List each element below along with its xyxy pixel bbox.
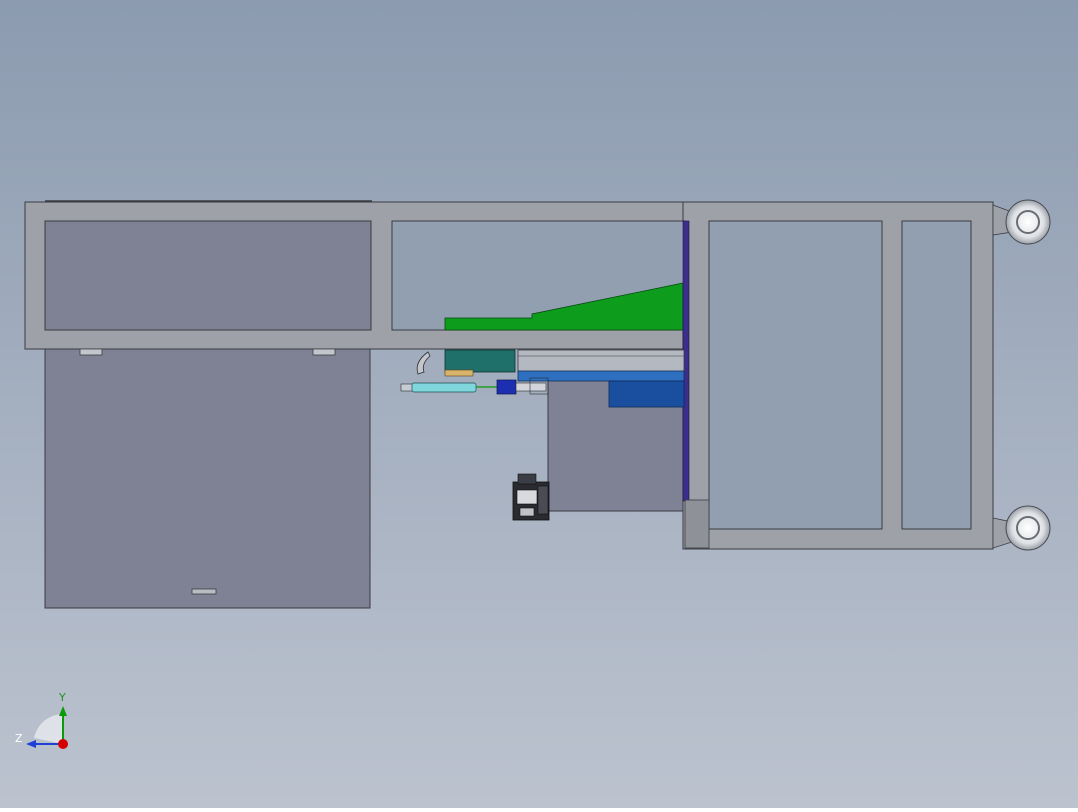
hinge-tab-right	[312, 348, 336, 356]
teal-block-base	[444, 369, 474, 377]
pneumatic-cylinder	[411, 382, 477, 393]
cad-viewport[interactable]: Y Z	[0, 0, 1078, 808]
cabinet-handle	[191, 588, 217, 595]
left-cabinet-panel	[44, 347, 371, 609]
top-left-cabinet	[44, 220, 372, 331]
frame-corner-block	[684, 499, 710, 549]
triad-z-label: Z	[15, 732, 23, 745]
right-opening-large	[708, 220, 883, 530]
right-opening-narrow	[901, 220, 972, 530]
teal-block	[444, 349, 516, 373]
assembly-drawing: Y Z	[0, 0, 1078, 808]
triad-y-label: Y	[58, 691, 66, 704]
cylinder-rod-end	[400, 383, 414, 392]
grey-guide-plate	[517, 349, 685, 373]
solenoid-valve	[496, 379, 517, 395]
hinge-tab-left	[79, 348, 103, 356]
valve-fitting	[515, 382, 547, 392]
blue-slide-plate	[517, 370, 685, 382]
blue-bracket	[608, 380, 685, 408]
